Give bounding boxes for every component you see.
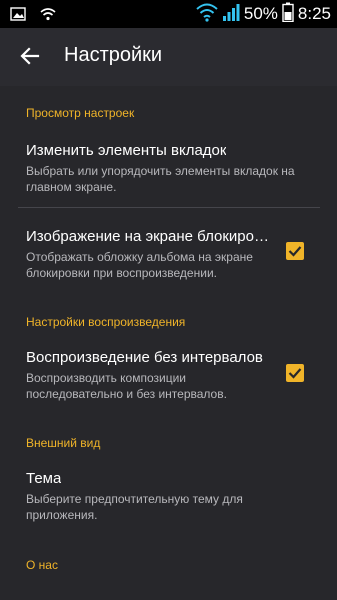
divider: [18, 207, 320, 208]
setting-subtitle: последовательно и без интервалов.: [26, 387, 227, 401]
page-title: Настройки: [64, 44, 163, 66]
cell-signal-icon: [222, 2, 240, 26]
setting-subtitle: приложения.: [26, 508, 98, 522]
gapless-checkbox[interactable]: [286, 364, 304, 382]
setting-title: Воспроизведение без интервалов: [26, 349, 263, 366]
checkmark-icon: [288, 368, 302, 379]
setting-subtitle: Отображать обложку альбома на экране: [26, 250, 253, 264]
status-bar: 50% 8:25: [0, 0, 337, 28]
section-header-about: О нас: [26, 558, 58, 572]
clock: 8:25: [297, 4, 331, 23]
checkmark-icon: [288, 246, 302, 257]
setting-tab-items[interactable]: Изменить элементы вкладок Выбрать или уп…: [0, 130, 337, 204]
setting-subtitle: главном экране.: [26, 180, 117, 194]
section-header-appearance: Внешний вид: [26, 436, 101, 450]
lockscreen-checkbox[interactable]: [286, 242, 304, 260]
gallery-icon: [10, 6, 26, 25]
setting-theme[interactable]: Тема Выберите предпочтительную тему для …: [0, 460, 337, 534]
setting-subtitle: Выберите предпочтительную тему для: [26, 492, 243, 506]
setting-title: Тема: [26, 470, 62, 487]
setting-title: Изображение на экране блокиров…: [26, 228, 276, 245]
section-header-view: Просмотр настроек: [26, 106, 135, 120]
wifi-icon: [40, 6, 56, 25]
battery-percent: 50%: [243, 4, 278, 23]
wifi-signal-icon: [196, 2, 218, 26]
setting-subtitle: блокировки при воспроизведении.: [26, 266, 217, 280]
app-bar: Настройки: [0, 28, 337, 86]
section-header-playback: Настройки воспроизведения: [26, 315, 186, 329]
battery-icon: [282, 2, 294, 26]
back-arrow-icon[interactable]: [18, 44, 42, 68]
setting-subtitle: Выбрать или упорядочить элементы вкладок…: [26, 164, 295, 178]
setting-title: Изменить элементы вкладок: [26, 142, 227, 159]
setting-subtitle: Воспроизводить композиции: [26, 371, 186, 385]
